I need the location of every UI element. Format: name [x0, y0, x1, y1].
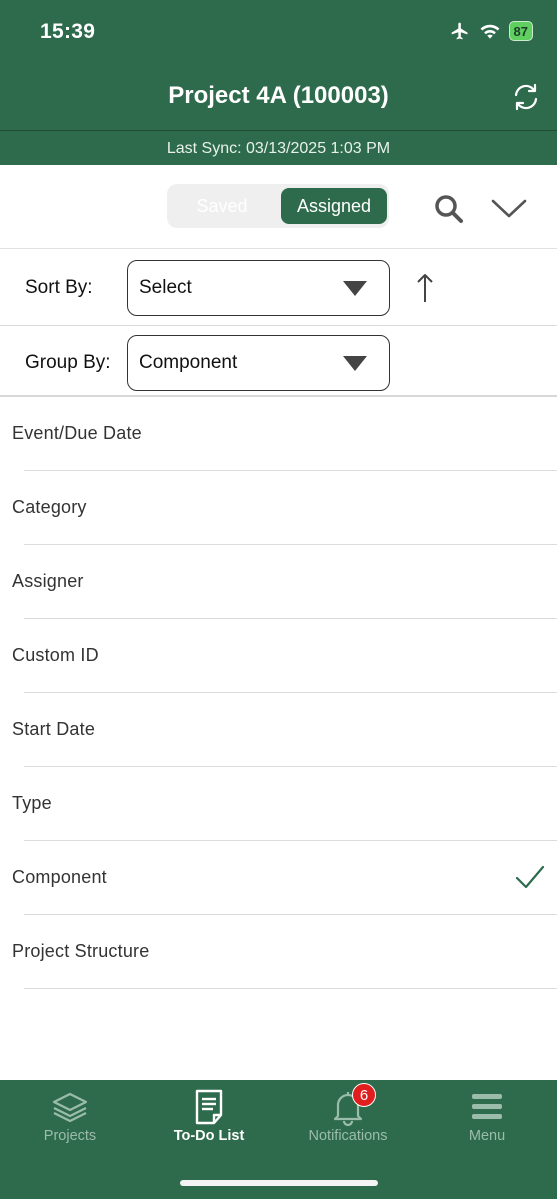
- chevron-down-icon: [491, 199, 527, 218]
- saved-assigned-segmented-control: Saved Assigned: [167, 184, 389, 228]
- segment-saved[interactable]: Saved: [167, 184, 277, 228]
- notifications-badge: 6: [352, 1083, 376, 1107]
- tab-notifications[interactable]: 6 Notifications: [278, 1083, 418, 1144]
- dropdown-triangle-icon: [343, 281, 367, 296]
- option-label: Event/Due Date: [12, 423, 142, 443]
- header: 15:39 87 Project 4A (100003) Last Sync: …: [0, 0, 557, 165]
- divider: [24, 988, 557, 989]
- refresh-button[interactable]: [509, 80, 543, 114]
- option-label: Custom ID: [12, 645, 99, 665]
- search-icon: [435, 195, 463, 223]
- sort-by-select[interactable]: Select: [127, 260, 390, 316]
- page-title: Project 4A (100003): [168, 82, 389, 109]
- status-time: 15:39: [40, 20, 96, 43]
- tab-menu[interactable]: Menu: [417, 1088, 557, 1144]
- airplane-icon: [451, 22, 468, 40]
- list-item[interactable]: Custom ID: [0, 619, 557, 693]
- status-icons: 87: [449, 21, 533, 41]
- list-item[interactable]: Assigner: [0, 545, 557, 619]
- battery-icon: 87: [508, 21, 533, 41]
- tab-todo-list-label: To-Do List: [173, 1128, 245, 1144]
- list-item[interactable]: Event/Due Date: [0, 397, 557, 471]
- wifi-icon: [480, 24, 499, 39]
- group-by-options-list: Event/Due Date Category Assigner Custom …: [0, 397, 557, 989]
- group-by-label: Group By:: [25, 352, 111, 373]
- document-icon: [189, 1088, 229, 1126]
- collapse-button[interactable]: [490, 193, 528, 225]
- sort-ascending-arrow-icon: [417, 274, 433, 302]
- sort-by-value: Select: [139, 277, 192, 298]
- tab-menu-label: Menu: [468, 1128, 506, 1144]
- option-label: Assigner: [12, 571, 84, 591]
- refresh-icon: [514, 83, 538, 111]
- option-label: Component: [12, 867, 107, 887]
- list-item[interactable]: Project Structure: [0, 915, 557, 989]
- list-item[interactable]: Type: [0, 767, 557, 841]
- list-item-selected[interactable]: Component: [0, 841, 557, 915]
- segment-assigned[interactable]: Assigned: [281, 188, 387, 224]
- option-label: Start Date: [12, 719, 96, 739]
- toolbar: Saved Assigned: [0, 165, 557, 249]
- search-button[interactable]: [433, 193, 465, 225]
- group-row: Group By: Component: [0, 326, 557, 397]
- tab-todo-list[interactable]: To-Do List: [139, 1088, 279, 1144]
- tab-projects[interactable]: Projects: [0, 1088, 140, 1144]
- list-item[interactable]: Start Date: [0, 693, 557, 767]
- bell-icon: 6: [328, 1083, 376, 1127]
- option-label: Type: [12, 793, 52, 813]
- hamburger-menu-icon: [467, 1088, 507, 1126]
- list-item[interactable]: Category: [0, 471, 557, 545]
- group-by-value: Component: [139, 352, 238, 373]
- group-by-select[interactable]: Component: [127, 335, 390, 391]
- tab-notifications-label: Notifications: [308, 1128, 388, 1144]
- option-label: Category: [12, 497, 87, 517]
- sort-direction-button[interactable]: [413, 272, 437, 304]
- home-indicator[interactable]: [180, 1180, 378, 1186]
- sort-row: Sort By: Select: [0, 249, 557, 326]
- option-label: Project Structure: [12, 941, 150, 961]
- tab-projects-label: Projects: [43, 1128, 97, 1144]
- last-sync-text: Last Sync: 03/13/2025 1:03 PM: [0, 130, 557, 165]
- layers-icon: [50, 1088, 90, 1126]
- sort-by-label: Sort By:: [25, 277, 93, 298]
- checkmark-icon: [515, 865, 545, 889]
- dropdown-triangle-icon: [343, 356, 367, 371]
